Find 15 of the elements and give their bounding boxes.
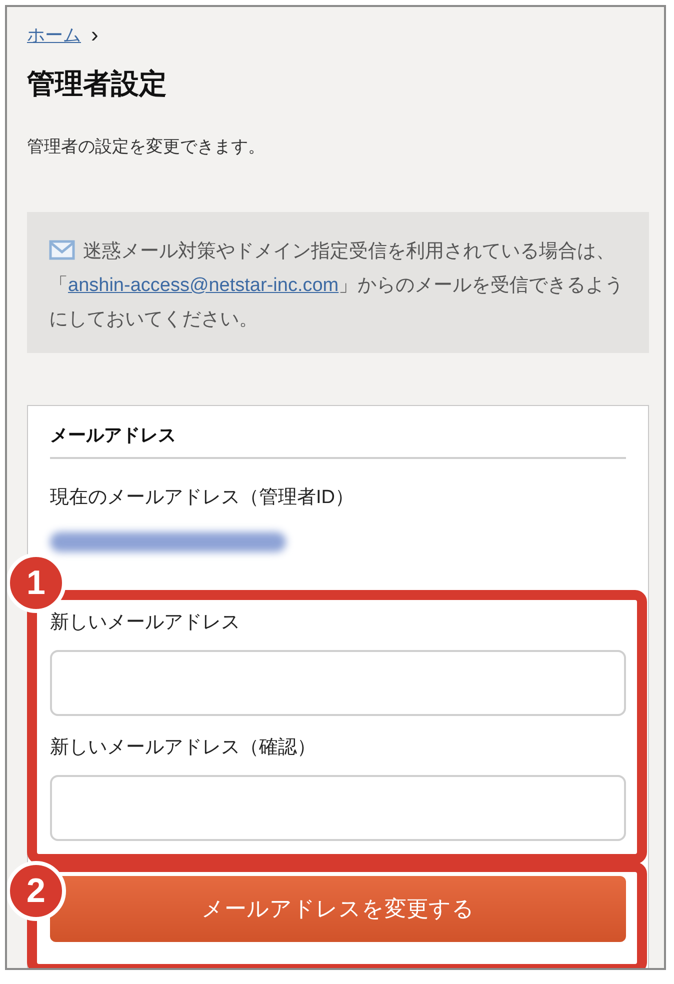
email-link[interactable]: anshin-access@netstar-inc.com [68,275,339,296]
envelope-icon [49,240,75,260]
current-email-label: 現在のメールアドレス（管理者ID） [50,486,355,510]
home-link[interactable]: ホーム [27,23,81,47]
page-description: 管理者の設定を変更できます。 [27,136,266,158]
field-label: 新しいメールアドレス（確認） [50,736,317,760]
input-field[interactable] [50,650,626,716]
step-number: 1 [7,553,66,613]
breadcrumb-separator: › [91,23,98,47]
page-title: 管理者設定 [27,67,168,101]
field-label: 新しいメールアドレス [50,611,241,635]
input-field[interactable] [50,775,626,841]
step-number: 2 [7,861,66,921]
card-heading: メールアドレス [50,423,626,459]
change-email-button[interactable]: メールアドレスを変更する [50,876,626,942]
